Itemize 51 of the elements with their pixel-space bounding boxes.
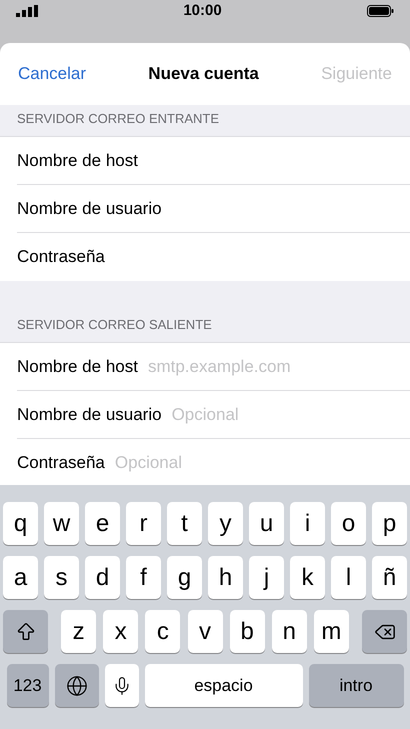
text-field[interactable]: smtp.example.com bbox=[148, 354, 410, 380]
text-field[interactable]: Opcional bbox=[114, 450, 410, 476]
field-label: Nombre de host bbox=[17, 356, 138, 378]
letter-key[interactable]: x bbox=[103, 610, 138, 653]
delete-key[interactable] bbox=[362, 610, 407, 653]
letter-key[interactable]: p bbox=[372, 502, 407, 545]
letter-key[interactable]: q bbox=[3, 502, 38, 545]
signal-icon bbox=[16, 5, 38, 17]
letter-key[interactable]: s bbox=[44, 556, 79, 599]
letter-key[interactable]: c bbox=[145, 610, 180, 653]
globe-key[interactable] bbox=[54, 664, 98, 707]
field-label: Contraseña bbox=[17, 246, 105, 268]
shift-key[interactable] bbox=[3, 610, 48, 653]
globe-icon bbox=[66, 674, 88, 696]
sheet-title: Nueva cuenta bbox=[148, 63, 259, 86]
section-header: SERVIDOR CORREO SALIENTE bbox=[17, 316, 212, 334]
letter-key[interactable]: m bbox=[314, 610, 349, 653]
letter-key[interactable]: a bbox=[3, 556, 38, 599]
dictation-key[interactable] bbox=[104, 664, 138, 707]
letter-key[interactable]: z bbox=[61, 610, 96, 653]
section-header: SERVIDOR CORREO ENTRANTE bbox=[17, 110, 220, 128]
letter-key[interactable]: l bbox=[331, 556, 366, 599]
field-label: Nombre de host bbox=[17, 150, 138, 172]
return-key[interactable]: intro bbox=[308, 664, 404, 707]
letter-key[interactable]: v bbox=[188, 610, 222, 653]
letter-key[interactable]: o bbox=[331, 502, 366, 545]
field-label: Nombre de usuario bbox=[17, 404, 162, 426]
letter-key[interactable]: b bbox=[230, 610, 265, 653]
letter-key[interactable]: y bbox=[208, 502, 243, 545]
battery-icon bbox=[367, 5, 394, 17]
text-field[interactable]: Opcional bbox=[172, 402, 410, 428]
letter-key[interactable]: u bbox=[249, 502, 284, 545]
letter-key[interactable]: w bbox=[44, 502, 79, 545]
letter-key[interactable]: k bbox=[290, 556, 325, 599]
letter-key[interactable]: n bbox=[272, 610, 307, 653]
letter-key[interactable]: i bbox=[290, 502, 325, 545]
numbers-key[interactable]: 123 bbox=[6, 664, 48, 707]
cancel-button[interactable]: Cancelar bbox=[18, 61, 86, 87]
letter-key[interactable]: r bbox=[126, 502, 161, 545]
letter-key[interactable]: d bbox=[85, 556, 120, 599]
field-label: Nombre de usuario bbox=[17, 198, 162, 220]
status-time: 10:00 bbox=[183, 0, 222, 21]
field-label: Contraseña bbox=[17, 452, 105, 474]
letter-key[interactable]: h bbox=[208, 556, 243, 599]
letter-key[interactable]: e bbox=[85, 502, 120, 545]
space-key[interactable]: espacio bbox=[144, 664, 302, 707]
letter-key[interactable]: f bbox=[126, 556, 161, 599]
letter-key[interactable]: ñ bbox=[372, 556, 407, 599]
letter-key[interactable]: g bbox=[167, 556, 202, 599]
letter-key[interactable]: t bbox=[167, 502, 202, 545]
letter-key[interactable]: j bbox=[249, 556, 284, 599]
